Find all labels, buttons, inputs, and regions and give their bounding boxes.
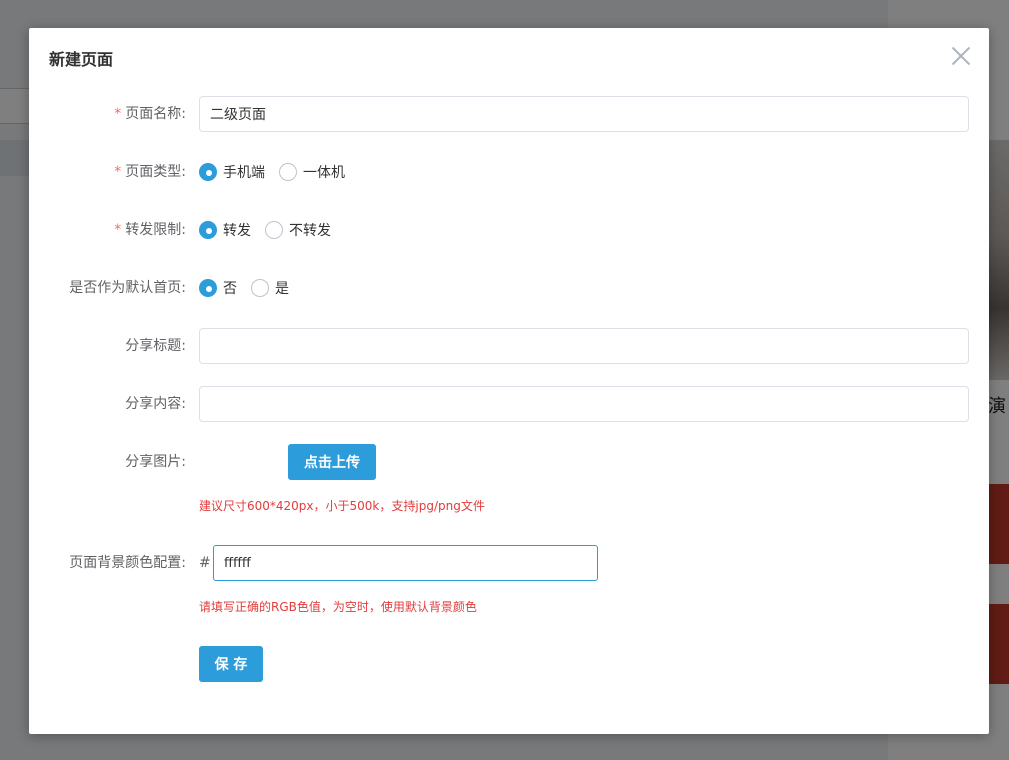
close-icon[interactable]: [949, 44, 973, 68]
hash-prefix: #: [199, 555, 211, 571]
default-home-radio-group: 否 是: [199, 270, 303, 306]
form-row-share-content: 分享内容:: [29, 386, 989, 422]
radio-unchecked-icon: [265, 221, 283, 239]
upload-button[interactable]: 点击上传: [288, 444, 376, 480]
share-title-label: 分享标题:: [125, 338, 186, 354]
radio-checked-icon: [199, 279, 217, 297]
share-content-label: 分享内容:: [125, 396, 186, 412]
radio-allow-forward[interactable]: 转发: [199, 220, 251, 240]
required-mark: *: [114, 164, 122, 180]
bg-color-hint: 请填写正确的RGB色值，为空时，使用默认背景颜色: [199, 600, 477, 614]
form-row-share-image: 分享图片: 点击上传: [29, 444, 989, 480]
share-title-input[interactable]: [199, 328, 969, 364]
radio-mobile[interactable]: 手机端: [199, 162, 265, 182]
bg-color-input[interactable]: [213, 545, 598, 581]
radio-not-default[interactable]: 否: [199, 278, 237, 298]
required-mark: *: [114, 222, 122, 238]
forward-limit-label: * 转发限制:: [114, 222, 186, 238]
radio-checked-icon: [199, 221, 217, 239]
dialog-title: 新建页面: [49, 50, 114, 69]
page-type-radio-group: 手机端 一体机: [199, 154, 359, 190]
save-button[interactable]: 保 存: [199, 646, 263, 682]
new-page-dialog: 新建页面 *页面名称: *页面类型: 手机端 一体机 *转发限制: 转发 不转发…: [29, 28, 989, 734]
bg-color-label: 页面背景颜色配置:: [69, 555, 186, 571]
radio-checked-icon: [199, 163, 217, 181]
page-type-label: * 页面类型:: [114, 164, 186, 180]
form-row-share-title: 分享标题:: [29, 328, 989, 364]
forward-limit-radio-group: 转发 不转发: [199, 212, 345, 248]
radio-unchecked-icon: [279, 163, 297, 181]
radio-no-forward[interactable]: 不转发: [265, 220, 331, 240]
form-row-forward-limit: * 转发限制: 转发 不转发: [29, 212, 989, 248]
form-row-page-type: * 页面类型: 手机端 一体机: [29, 154, 989, 190]
default-home-label: 是否作为默认首页:: [69, 280, 186, 296]
radio-is-default[interactable]: 是: [251, 278, 289, 298]
share-image-hint: 建议尺寸600*420px，小于500k，支持jpg/png文件: [199, 499, 485, 513]
form-row-bg-color: 页面背景颜色配置: #: [29, 545, 989, 581]
share-content-input[interactable]: [199, 386, 969, 422]
form-row-default-home: 是否作为默认首页: 否 是: [29, 270, 989, 306]
page-name-label: * 页面名称:: [114, 106, 186, 122]
share-image-label: 分享图片:: [125, 454, 186, 470]
required-mark: *: [114, 106, 122, 122]
radio-kiosk[interactable]: 一体机: [279, 162, 345, 182]
radio-unchecked-icon: [251, 279, 269, 297]
page-name-input[interactable]: [199, 96, 969, 132]
form-row-page-name: * 页面名称:: [29, 96, 989, 132]
